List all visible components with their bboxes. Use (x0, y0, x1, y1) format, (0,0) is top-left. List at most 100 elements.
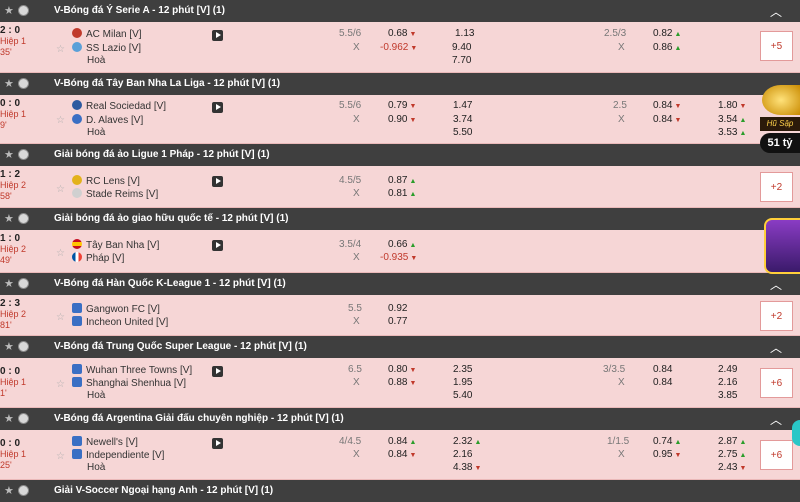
handicap-away-odds[interactable]: -0.935 ▼ (380, 252, 417, 263)
handicap-away-odds[interactable]: 0.81 ▲ (388, 188, 416, 199)
home-team[interactable]: Gangwon FC [V] (72, 303, 160, 315)
under-odds[interactable]: 0.95 ▼ (653, 449, 681, 460)
handicap-away-odds[interactable]: 0.77 (388, 316, 407, 327)
home-team[interactable]: Tây Ban Nha [V] (72, 239, 159, 251)
odds-1x2-draw[interactable]: 7.70 (452, 55, 471, 66)
first-half-odds-home[interactable]: 2.87 ▲ (718, 436, 746, 447)
star-icon[interactable]: ★ (4, 340, 14, 353)
away-team[interactable]: D. Alaves [V] (72, 114, 143, 126)
odds-1x2-away[interactable]: 1.95 (453, 377, 472, 388)
handicap-away-odds[interactable]: 0.90 ▼ (388, 114, 416, 125)
live-tv-icon[interactable] (212, 240, 223, 251)
live-tv-icon[interactable] (212, 102, 223, 113)
handicap-home-odds[interactable]: 0.66 ▲ (388, 239, 416, 250)
odds-1x2-draw[interactable]: 5.40 (453, 390, 472, 401)
live-tv-icon[interactable] (212, 176, 223, 187)
first-half-odds-home[interactable]: 2.49 (718, 364, 737, 375)
handicap-home-odds[interactable]: 0.68 ▼ (388, 28, 416, 39)
more-markets-button[interactable]: +2 (760, 172, 793, 202)
collapse-caret-icon[interactable]: ︿ (770, 3, 782, 20)
odds-1x2-home[interactable]: 1.13 (455, 28, 474, 39)
first-half-odds-away[interactable]: 3.54 ▲ (718, 114, 746, 125)
handicap-home-odds[interactable]: 0.87 ▲ (388, 175, 416, 186)
more-markets-button[interactable]: +6 (760, 440, 793, 470)
away-team[interactable]: Shanghai Shenhua [V] (72, 377, 186, 389)
odds-up-icon: ▲ (739, 452, 747, 459)
league-header[interactable]: ★ Giải bóng đá ảo Ligue 1 Pháp - 12 phút… (0, 144, 800, 166)
live-tv-icon[interactable] (212, 438, 223, 449)
under-odds[interactable]: 0.84 ▼ (653, 114, 681, 125)
live-tv-icon[interactable] (212, 30, 223, 41)
collapse-caret-icon[interactable]: ︿ (770, 339, 782, 356)
favorite-star-icon[interactable]: ☆ (56, 379, 65, 390)
over-odds[interactable]: 0.84 (653, 364, 672, 375)
star-icon[interactable]: ★ (4, 412, 14, 425)
odds-1x2-home[interactable]: 2.32 ▲ (453, 436, 481, 447)
star-icon[interactable]: ★ (4, 212, 14, 225)
star-icon[interactable]: ★ (4, 484, 14, 497)
home-team[interactable]: AC Milan [V] (72, 28, 142, 40)
collapse-caret-icon[interactable]: ︿ (770, 411, 782, 428)
odds-1x2-home[interactable]: 1.47 (453, 100, 472, 111)
more-markets-button[interactable]: +5 (760, 31, 793, 61)
home-team[interactable]: Newell's [V] (72, 436, 138, 448)
odds-down-icon: ▼ (674, 103, 682, 110)
league-header[interactable]: ★ V-Bóng đá Hàn Quốc K-League 1 - 12 phú… (0, 273, 800, 295)
odds-1x2-away[interactable]: 3.74 (453, 114, 472, 125)
odds-1x2-away[interactable]: 2.16 (453, 449, 472, 460)
live-tv-icon[interactable] (212, 366, 223, 377)
league-header[interactable]: ★ V-Bóng đá Trung Quốc Super League - 12… (0, 336, 800, 358)
under-odds[interactable]: 0.84 (653, 377, 672, 388)
favorite-star-icon[interactable]: ☆ (56, 451, 65, 462)
handicap-away-odds[interactable]: 0.84 ▼ (388, 449, 416, 460)
away-team[interactable]: SS Lazio [V] (72, 42, 141, 54)
favorite-star-icon[interactable]: ☆ (56, 184, 65, 195)
league-header[interactable]: ★ V-Bóng đá Argentina Giải đấu chuyên ng… (0, 408, 800, 430)
over-odds[interactable]: 0.84 ▼ (653, 100, 681, 111)
handicap-home-odds[interactable]: 0.80 ▼ (388, 364, 416, 375)
more-markets-button[interactable]: +6 (760, 368, 793, 398)
star-icon[interactable]: ★ (4, 4, 14, 17)
under-odds[interactable]: 0.86 ▲ (653, 42, 681, 53)
first-half-odds-draw[interactable]: 2.43 ▼ (718, 462, 746, 473)
first-half-odds-away[interactable]: 2.75 ▲ (718, 449, 746, 460)
away-team[interactable]: Stade Reims [V] (72, 188, 158, 200)
away-team[interactable]: Independiente [V] (72, 449, 164, 461)
star-icon[interactable]: ★ (4, 148, 14, 161)
favorite-star-icon[interactable]: ☆ (56, 248, 65, 259)
league-header[interactable]: ★ Giải V-Soccer Ngoại hạng Anh - 12 phút… (0, 480, 800, 502)
handicap-home-odds[interactable]: 0.79 ▼ (388, 100, 416, 111)
star-icon[interactable]: ★ (4, 77, 14, 90)
away-team[interactable]: Incheon United [V] (72, 316, 168, 328)
star-icon[interactable]: ★ (4, 277, 14, 290)
handicap-home-odds[interactable]: 0.92 (388, 303, 407, 314)
home-team[interactable]: Real Sociedad [V] (72, 100, 166, 112)
odds-1x2-away[interactable]: 9.40 (452, 42, 471, 53)
favorite-star-icon[interactable]: ☆ (56, 44, 65, 55)
first-half-odds-draw[interactable]: 3.85 (718, 390, 737, 401)
first-half-odds-home[interactable]: 1.80 ▼ (718, 100, 746, 111)
more-markets-button[interactable]: +2 (760, 301, 793, 331)
odds-1x2-home[interactable]: 2.35 (453, 364, 472, 375)
league-header[interactable]: ★ V-Bóng đá Ý Serie A - 12 phút [V] (1) … (0, 0, 800, 22)
league-header[interactable]: ★ V-Bóng đá Tây Ban Nha La Liga - 12 phú… (0, 73, 800, 95)
home-team[interactable]: RC Lens [V] (72, 175, 140, 187)
home-team[interactable]: Wuhan Three Towns [V] (72, 364, 192, 376)
handicap-away-odds[interactable]: 0.88 ▼ (388, 377, 416, 388)
odds-1x2-draw[interactable]: 5.50 (453, 127, 472, 138)
first-half-odds-draw[interactable]: 3.53 ▲ (718, 127, 746, 138)
chat-widget-icon[interactable] (792, 420, 800, 446)
handicap-home-odds[interactable]: 0.84 ▲ (388, 436, 416, 447)
first-half-odds-away[interactable]: 2.16 (718, 377, 737, 388)
favorite-star-icon[interactable]: ☆ (56, 312, 65, 323)
jackpot-banner[interactable]: Hũ Sập 51 tỷ (760, 75, 800, 160)
game-logo-banner[interactable] (760, 210, 800, 275)
handicap-away-odds[interactable]: -0.962 ▼ (380, 42, 417, 53)
league-header[interactable]: ★ Giải bóng đá ảo giao hữu quốc tế - 12 … (0, 208, 800, 230)
over-odds[interactable]: 0.82 ▲ (653, 28, 681, 39)
odds-1x2-draw[interactable]: 4.38 ▼ (453, 462, 481, 473)
away-team[interactable]: Pháp [V] (72, 252, 124, 264)
over-odds[interactable]: 0.74 ▲ (653, 436, 681, 447)
collapse-caret-icon[interactable]: ︿ (770, 276, 782, 293)
favorite-star-icon[interactable]: ☆ (56, 115, 65, 126)
